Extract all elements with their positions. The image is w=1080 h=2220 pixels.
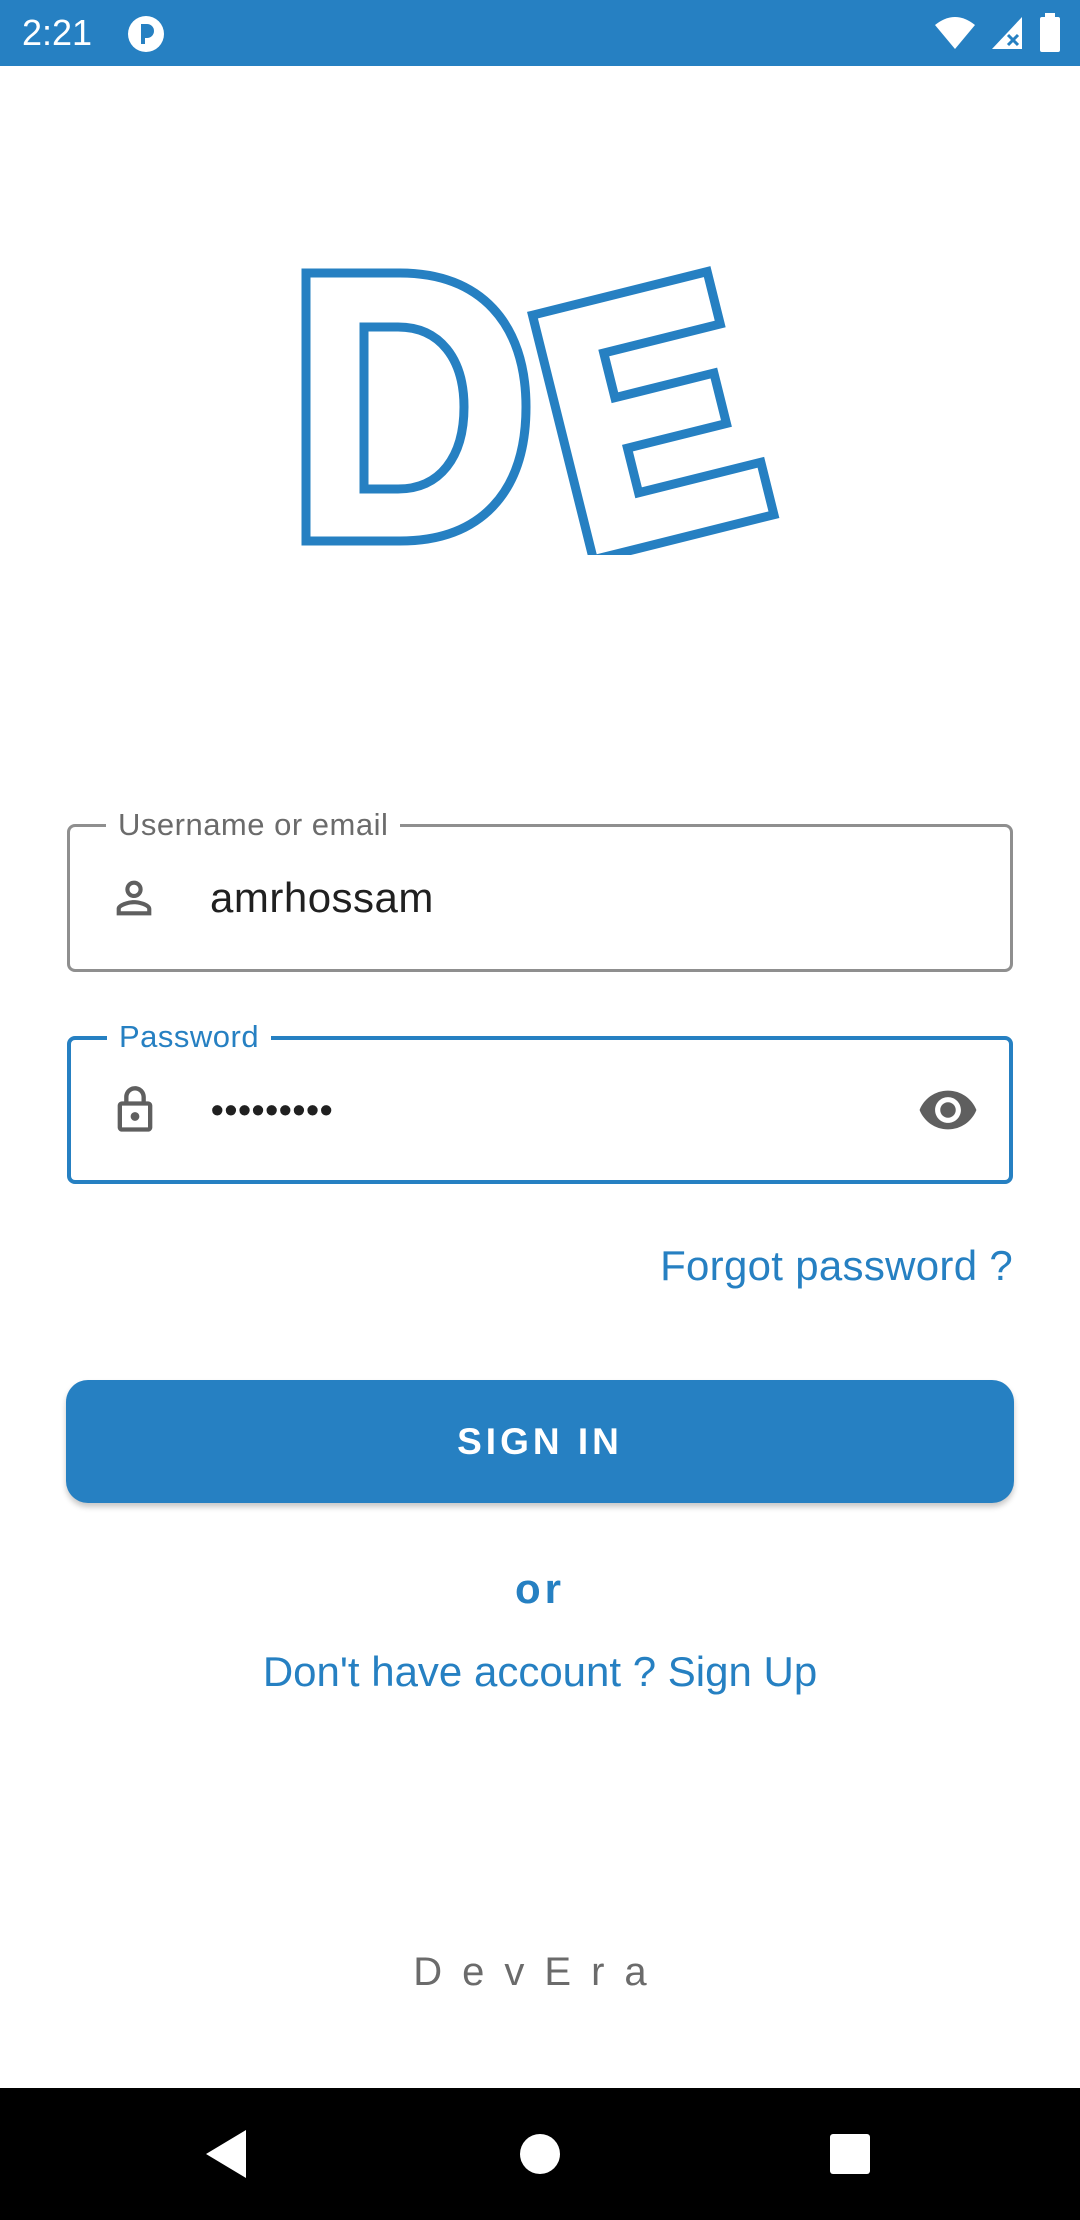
- username-label: Username or email: [106, 808, 401, 842]
- username-input[interactable]: amrhossam: [210, 874, 434, 922]
- wifi-icon: [935, 17, 975, 49]
- back-icon[interactable]: [200, 2124, 260, 2184]
- password-label: Password: [107, 1020, 272, 1054]
- brand-name: DevEra: [413, 1950, 667, 1994]
- sign-in-button[interactable]: SIGN IN: [66, 1380, 1014, 1503]
- status-bar: 2:21: [0, 0, 1080, 66]
- recents-icon[interactable]: [820, 2124, 880, 2184]
- signal-icon: [992, 17, 1022, 49]
- status-icons: [934, 12, 1062, 54]
- or-divider-text: or: [515, 1565, 565, 1612]
- navigation-bar: [0, 2088, 1080, 2220]
- password-input[interactable]: •••••••••: [211, 1089, 333, 1131]
- app-notification-icon: [128, 16, 164, 52]
- person-icon: [116, 880, 152, 916]
- eye-icon[interactable]: [917, 1079, 979, 1141]
- forgot-password-link[interactable]: Forgot password ?: [660, 1236, 1013, 1296]
- lock-icon: [117, 1086, 153, 1132]
- home-icon[interactable]: [510, 2124, 570, 2184]
- sign-up-link[interactable]: Don't have account ? Sign Up: [0, 1644, 1080, 1700]
- password-field[interactable]: Password •••••••••: [67, 1020, 1013, 1184]
- status-time: 2:21: [22, 12, 93, 53]
- username-field[interactable]: Username or email amrhossam: [67, 808, 1013, 972]
- devera-logo: [301, 266, 780, 555]
- battery-icon: [1040, 13, 1060, 52]
